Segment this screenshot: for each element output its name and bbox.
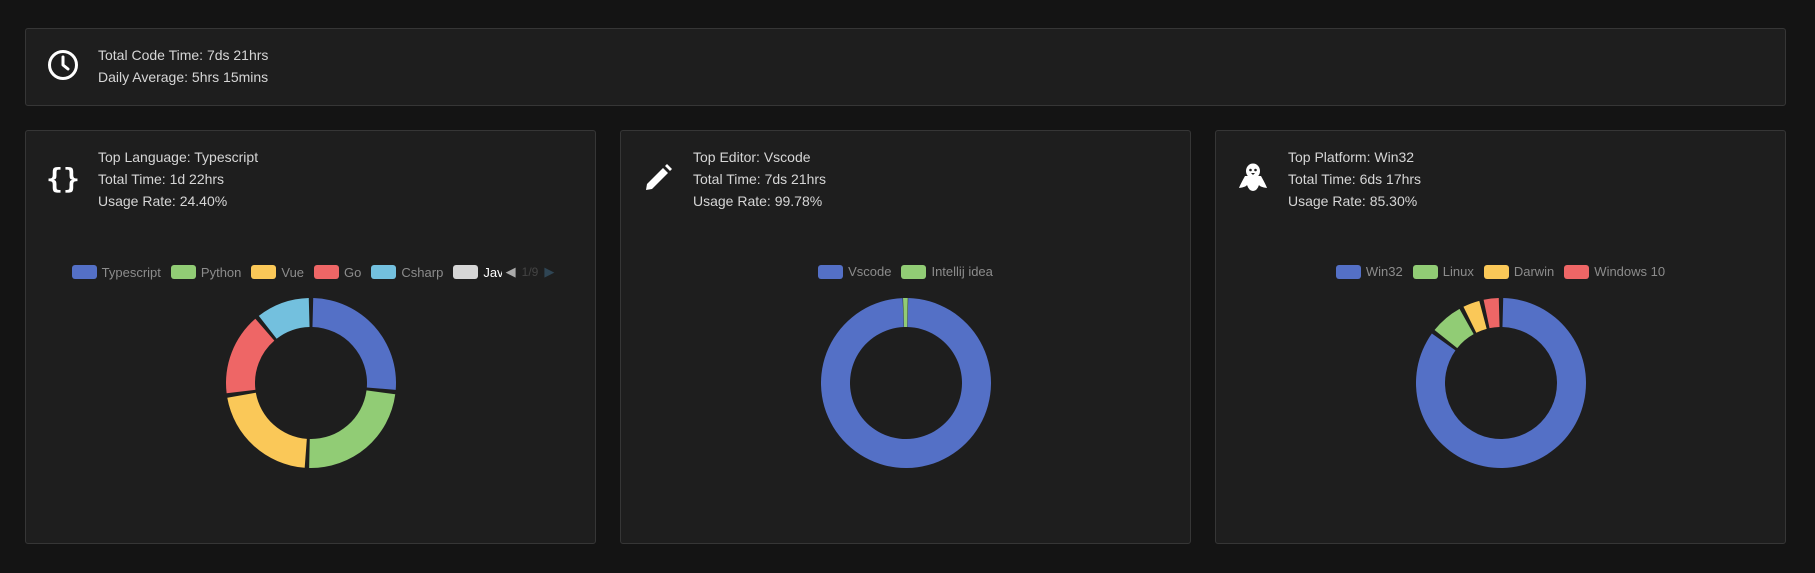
editor-card: Top Editor: Vscode Total Time: 7ds 21hrs… [620, 130, 1191, 544]
legend-swatch [818, 264, 844, 279]
legend-label: Win32 [1365, 264, 1403, 279]
legend-swatch [170, 265, 196, 279]
code-braces-icon: {} [46, 162, 80, 195]
legend-pager: ◀ 1/9 ▶ [506, 264, 555, 280]
platform-legend-items: Win32 Linux Darwin Windows 10 [1331, 264, 1670, 279]
donut-slice-vue[interactable] [227, 392, 307, 468]
editor-donut-chart [821, 298, 991, 468]
donut-slice-go[interactable] [226, 318, 275, 394]
editor-usage-rate: Usage Rate: 99.78% [693, 193, 823, 209]
legend-item[interactable]: Python [170, 264, 242, 280]
legend-label: Intellij idea [931, 264, 993, 279]
legend-label: Vscode [848, 264, 892, 279]
editor-legend-items: Vscode Intellij idea [813, 264, 998, 279]
legend-item[interactable]: Win32 [1335, 264, 1403, 279]
legend-next-icon[interactable]: ▶ [544, 264, 554, 280]
legend-page: 1/9 [521, 265, 539, 279]
daily-average: Daily Average: 5hrs 15mins [98, 69, 269, 85]
legend-item[interactable]: Vue [251, 265, 304, 280]
legend-swatch [1483, 264, 1509, 279]
platform-donut-chart [1416, 298, 1586, 468]
donut-slice-typescript[interactable] [312, 298, 396, 390]
legend-label: Windows 10 [1594, 264, 1666, 279]
legend-item[interactable]: Windows 10 [1564, 264, 1665, 279]
legend-item[interactable]: Typescript [71, 264, 161, 280]
pencil-icon [646, 164, 672, 190]
summary-card: Total Code Time: 7ds 21hrs Daily Average… [25, 28, 1786, 106]
legend-swatch [251, 265, 277, 279]
legend-item[interactable]: Java [453, 264, 502, 280]
legend-swatch [1412, 264, 1438, 279]
legend-prev-icon[interactable]: ◀ [506, 264, 516, 280]
language-legend-items: Typescript Python Vue Go Csharp Java [67, 265, 502, 280]
clock-icon [48, 50, 78, 80]
legend-item[interactable]: Intellij idea [901, 264, 993, 279]
editor-legend: Vscode Intellij idea [621, 264, 1190, 279]
legend-label: Go [344, 264, 362, 280]
legend-item[interactable]: Darwin [1483, 264, 1555, 279]
language-total-time: Total Time: 1d 22hrs [98, 171, 225, 187]
platform-info: Top Platform: Win32 Total Time: 6ds 17hr… [1288, 146, 1421, 212]
platform-legend: Win32 Linux Darwin Windows 10 [1216, 264, 1785, 279]
legend-swatch [453, 265, 479, 279]
legend-swatch [1335, 264, 1361, 279]
legend-swatch [371, 265, 397, 279]
legend-label: Typescript [101, 264, 161, 280]
legend-label: Csharp [401, 264, 444, 280]
language-donut-chart [226, 298, 396, 468]
summary-info: Total Code Time: 7ds 21hrs Daily Average… [98, 44, 268, 88]
legend-label: Java [483, 264, 502, 280]
language-legend: Typescript Python Vue Go Csharp Java ◀ 1/9 ▶ [26, 264, 595, 280]
legend-swatch [71, 265, 97, 279]
platform-total-time: Total Time: 6ds 17hrs [1288, 171, 1422, 187]
legend-swatch [1564, 264, 1590, 279]
editor-total-time: Total Time: 7ds 21hrs [693, 171, 827, 187]
language-card: {} Top Language: Typescript Total Time: … [25, 130, 596, 544]
legend-label: Vue [281, 264, 305, 280]
platform-usage-rate: Usage Rate: 85.30% [1288, 193, 1418, 209]
top-editor: Top Editor: Vscode [693, 149, 811, 165]
legend-item[interactable]: Go [314, 265, 361, 280]
donut-slice-intellij-idea[interactable] [903, 298, 908, 328]
language-usage-rate: Usage Rate: 24.40% [98, 193, 228, 209]
legend-item[interactable]: Vscode [818, 264, 891, 279]
legend-label: Darwin [1513, 264, 1555, 279]
donut-slice-python[interactable] [309, 390, 396, 468]
legend-swatch [314, 265, 340, 279]
legend-swatch [901, 264, 927, 279]
legend-label: Linux [1442, 264, 1474, 279]
editor-info: Top Editor: Vscode Total Time: 7ds 21hrs… [693, 146, 826, 212]
top-language: Top Language: Typescript [98, 149, 259, 165]
legend-label: Python [200, 264, 242, 280]
total-code-time: Total Code Time: 7ds 21hrs [98, 47, 269, 63]
linux-penguin-icon [1239, 163, 1267, 191]
legend-item[interactable]: Linux [1412, 264, 1474, 279]
language-info: Top Language: Typescript Total Time: 1d … [98, 146, 258, 212]
svg-text:{}: {} [46, 162, 80, 195]
donut-slice-windows-10[interactable] [1483, 298, 1500, 329]
legend-item[interactable]: Csharp [371, 265, 443, 280]
top-platform: Top Platform: Win32 [1288, 149, 1415, 165]
platform-card: Top Platform: Win32 Total Time: 6ds 17hr… [1215, 130, 1786, 544]
